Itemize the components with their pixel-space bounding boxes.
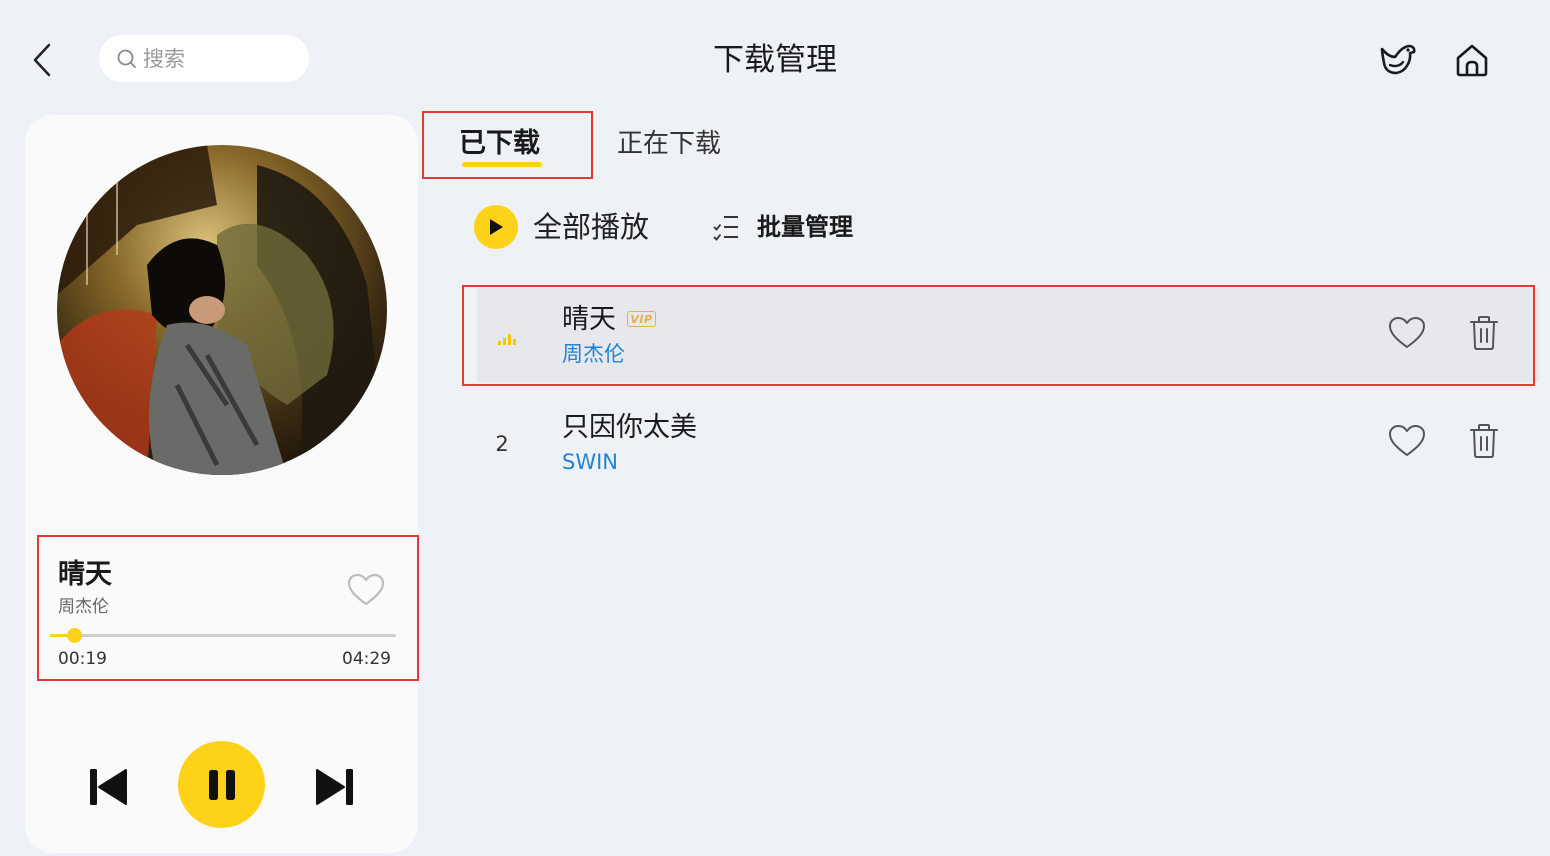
play-icon: [490, 219, 503, 235]
previous-button[interactable]: [84, 761, 132, 813]
home-icon: [1456, 44, 1488, 77]
trash-icon: [1470, 316, 1498, 350]
like-button[interactable]: [1385, 311, 1429, 355]
now-playing-artist: 周杰伦: [58, 597, 109, 617]
checklist-icon[interactable]: [712, 212, 740, 242]
album-cover: [57, 145, 387, 475]
tab-indicator: [462, 162, 542, 167]
batch-manage-label[interactable]: 批量管理: [757, 208, 853, 246]
song-title[interactable]: 只因你太美: [562, 410, 697, 446]
like-button[interactable]: [1385, 419, 1429, 463]
trash-icon: [1470, 424, 1498, 458]
song-artist[interactable]: SWIN: [562, 448, 618, 476]
pause-button[interactable]: [178, 741, 265, 828]
current-time: 00:19: [58, 649, 107, 669]
chevron-left-icon: [33, 43, 51, 77]
heart-icon: [347, 573, 385, 606]
bird-button[interactable]: [1376, 38, 1420, 82]
search-box[interactable]: [99, 35, 309, 82]
heart-icon: [1389, 425, 1425, 456]
progress-bar[interactable]: [50, 628, 396, 643]
skip-next-icon: [316, 769, 353, 805]
pause-icon: [208, 769, 235, 800]
equalizer-icon: [497, 330, 517, 350]
play-all-button[interactable]: [474, 205, 518, 249]
play-all-label[interactable]: 全部播放: [533, 205, 649, 249]
back-button[interactable]: [24, 38, 60, 82]
song-title: 晴天: [562, 304, 616, 335]
delete-button[interactable]: [1462, 419, 1506, 463]
delete-button[interactable]: [1462, 311, 1506, 355]
tab-downloaded[interactable]: 已下载: [459, 124, 540, 164]
now-playing-like-button[interactable]: [344, 570, 388, 610]
now-playing-title: 晴天: [58, 559, 112, 590]
total-time: 04:29: [342, 649, 391, 669]
song-row-highlight: [462, 285, 1535, 386]
heart-icon: [1389, 317, 1425, 348]
search-input[interactable]: [143, 46, 283, 71]
next-button[interactable]: [311, 761, 359, 813]
home-button[interactable]: [1450, 38, 1494, 82]
song-artist[interactable]: 周杰伦: [562, 340, 625, 368]
vip-badge: VIP: [627, 311, 656, 327]
song-index: 2: [495, 432, 509, 456]
bird-icon: [1380, 44, 1416, 75]
tab-downloading[interactable]: 正在下载: [617, 124, 721, 164]
skip-previous-icon: [90, 769, 127, 805]
search-icon: [117, 49, 136, 68]
